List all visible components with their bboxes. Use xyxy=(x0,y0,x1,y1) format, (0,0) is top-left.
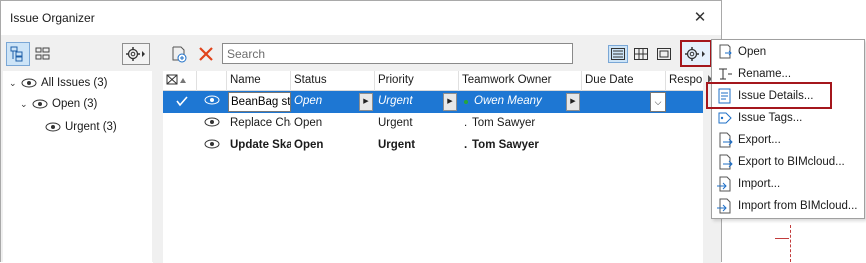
owner-dot-icon: . xyxy=(464,139,468,151)
close-icon[interactable]: ✕ xyxy=(689,7,711,29)
menu-item-issue-tags[interactable]: Issue Tags... xyxy=(712,107,864,129)
owner-cell[interactable]: Tom Sawyer xyxy=(469,135,582,157)
status-cell[interactable]: Open xyxy=(291,135,375,157)
menu-item-export-bimcloud[interactable]: Export to BIMcloud... xyxy=(712,151,864,173)
chevron-down-icon[interactable]: ⌄ xyxy=(9,78,19,89)
name-cell[interactable]: Replace Cha xyxy=(227,113,291,135)
tree-view-button[interactable] xyxy=(6,42,30,66)
list-view-button[interactable] xyxy=(608,45,628,63)
menu-item-open[interactable]: Open xyxy=(712,41,864,63)
menu-item-import[interactable]: Import... xyxy=(712,173,864,195)
flat-view-icon xyxy=(35,47,50,60)
eye-icon[interactable] xyxy=(201,91,225,113)
name-cell[interactable]: Update Ska xyxy=(227,135,291,157)
window-title: Issue Organizer xyxy=(10,11,95,25)
priority-cell[interactable]: Urgent xyxy=(375,91,443,113)
table-row[interactable]: Replace Cha Open Urgent . Tom Sawyer xyxy=(163,113,703,135)
table-row[interactable]: Update Ska Open Urgent . Tom Sawyer xyxy=(163,135,703,157)
issues-table: Name Status Priority Teamwork Owner Due … xyxy=(163,71,703,263)
status-cell[interactable]: Open xyxy=(291,113,375,135)
issue-organizer-window: Issue Organizer ✕ ⌄ All Issues (3) ⌄ Ope… xyxy=(0,0,722,263)
grid-view-button[interactable] xyxy=(631,45,651,63)
eye-icon[interactable] xyxy=(201,135,225,157)
due-date-field[interactable]: ⌵ xyxy=(582,92,666,112)
eye-icon[interactable] xyxy=(32,99,48,109)
eye-icon[interactable] xyxy=(201,113,225,135)
table-header: Name Status Priority Teamwork Owner Due … xyxy=(163,71,703,91)
preview-view-button[interactable] xyxy=(654,45,674,63)
gear-icon xyxy=(126,47,145,61)
new-issue-button[interactable] xyxy=(167,42,191,66)
background-red-dash-line xyxy=(790,225,791,262)
menu-item-label: Rename... xyxy=(738,68,792,80)
priority-arrow-icon[interactable]: ▶ xyxy=(443,93,457,111)
issue-details-highlight xyxy=(706,82,832,109)
tree-item-urgent[interactable]: Urgent (3) xyxy=(43,121,117,133)
export-icon xyxy=(719,132,733,148)
tree-item-label: Open (3) xyxy=(52,98,98,110)
menu-item-label: Issue Tags... xyxy=(738,112,803,124)
column-header-teamwork-owner[interactable]: Teamwork Owner xyxy=(459,71,582,91)
delete-icon xyxy=(199,47,213,61)
table-row[interactable]: BeanBag st Open ▶ Urgent ▶ Owen Meany ▶ … xyxy=(163,91,703,113)
menu-item-export[interactable]: Export... xyxy=(712,129,864,151)
chevron-down-icon[interactable]: ⌵ xyxy=(650,92,666,112)
issue-tree: ⌄ All Issues (3) ⌄ Open (3) Urgent (3) xyxy=(3,71,152,263)
new-issue-icon xyxy=(172,46,187,63)
flat-view-button[interactable] xyxy=(31,42,55,66)
panel-splitter[interactable] xyxy=(153,71,163,263)
menu-item-label: Export to BIMcloud... xyxy=(738,156,845,168)
eye-icon[interactable] xyxy=(21,78,37,88)
title-bar: Issue Organizer ✕ xyxy=(1,1,721,35)
column-header-visibility[interactable] xyxy=(197,71,227,91)
column-header-name[interactable]: Name xyxy=(227,71,291,91)
issue-options-button[interactable] xyxy=(680,40,712,67)
issue-sort-icon xyxy=(166,74,186,85)
column-header-responsible[interactable]: Respo xyxy=(666,71,703,91)
status-arrow-icon[interactable]: ▶ xyxy=(359,93,373,111)
status-cell[interactable]: Open xyxy=(291,91,359,113)
tree-item-label: Urgent (3) xyxy=(65,121,117,133)
list-view-icon xyxy=(611,48,625,60)
tree-item-all-issues[interactable]: ⌄ All Issues (3) xyxy=(9,77,107,89)
open-icon xyxy=(719,44,732,59)
owner-cell[interactable]: Tom Sawyer xyxy=(469,113,582,135)
background-red-tick xyxy=(775,238,789,239)
tree-options-button[interactable] xyxy=(122,43,150,65)
column-header-status[interactable]: Status xyxy=(291,71,375,91)
delete-button[interactable] xyxy=(194,42,218,66)
menu-item-label: Import from BIMcloud... xyxy=(738,200,858,212)
column-header-issue-icon[interactable] xyxy=(163,71,197,91)
options-menu: Open Rename... Issue Details... Issue Ta… xyxy=(711,39,865,219)
search-input[interactable]: Search xyxy=(222,43,573,64)
export-bimcloud-icon xyxy=(719,154,733,170)
menu-item-import-bimcloud[interactable]: Import from BIMcloud... xyxy=(712,195,864,217)
tree-item-open[interactable]: ⌄ Open (3) xyxy=(20,98,97,110)
grid-view-icon xyxy=(634,48,648,60)
owner-cell[interactable]: Owen Meany xyxy=(471,91,564,113)
priority-cell[interactable]: Urgent xyxy=(375,113,459,135)
chevron-down-icon[interactable]: ⌄ xyxy=(20,99,30,110)
menu-item-label: Import... xyxy=(738,178,781,190)
name-edit-field[interactable]: BeanBag st xyxy=(228,92,291,112)
menu-item-label: Open xyxy=(738,46,767,58)
owner-dot-icon: . xyxy=(464,117,468,129)
gear-icon xyxy=(685,46,705,61)
menu-item-label: Export... xyxy=(738,134,781,146)
owner-arrow-icon[interactable]: ▶ xyxy=(566,93,580,111)
tree-item-label: All Issues (3) xyxy=(41,77,108,89)
issue-tags-icon xyxy=(718,112,732,124)
import-icon xyxy=(717,176,731,192)
checkmark-icon xyxy=(173,91,193,113)
preview-view-icon xyxy=(657,48,671,60)
import-bimcloud-icon xyxy=(717,198,731,214)
rename-icon xyxy=(719,68,732,80)
eye-icon[interactable] xyxy=(45,122,61,132)
priority-cell[interactable]: Urgent xyxy=(375,135,459,157)
column-header-due-date[interactable]: Due Date xyxy=(582,71,666,91)
tree-view-icon xyxy=(10,46,23,62)
column-header-priority[interactable]: Priority xyxy=(375,71,459,91)
